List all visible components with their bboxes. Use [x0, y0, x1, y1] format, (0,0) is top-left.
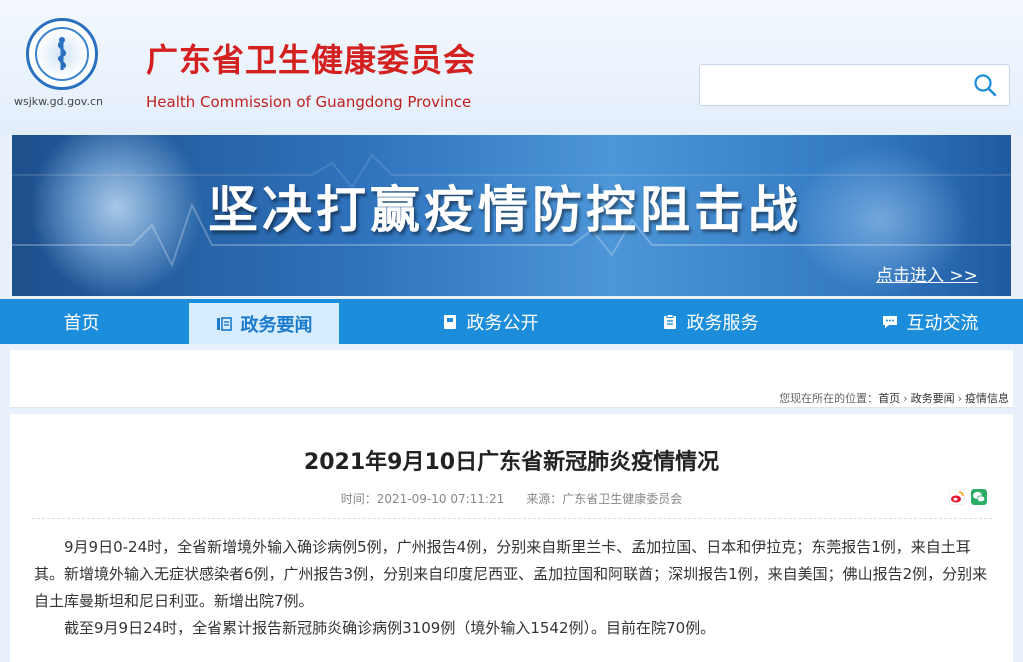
clipboard-icon — [663, 313, 676, 329]
nav-item-interact[interactable]: 互动交流 — [850, 299, 1010, 344]
site-title[interactable]: 广东省卫生健康委员会 — [146, 44, 476, 76]
news-icon — [216, 316, 232, 331]
banner-slogan: 坚决打赢疫情防控阻击战 — [208, 181, 802, 239]
article-panel: 2021年9月10日广东省新冠肺炎疫情情况 时间：2021-09-10 07:1… — [10, 414, 1013, 662]
nav-item-news[interactable]: 政务要闻 — [189, 303, 339, 344]
breadcrumb-bar: 您现在所在的位置：首页 › 政务要闻 › 疫情信息 — [10, 350, 1013, 408]
nav-item-label: 政务要闻 — [240, 314, 313, 336]
site-logo[interactable] — [26, 18, 98, 90]
banner-enter-link[interactable]: 点击进入 >> — [876, 261, 978, 286]
breadcrumb-prefix: 您现在所在的位置： — [779, 392, 879, 405]
book-icon — [443, 314, 456, 329]
search-input[interactable] — [700, 65, 960, 105]
site-domain: wsjkw.gd.gov.cn — [14, 95, 103, 108]
campaign-banner[interactable]: 坚决打赢疫情防控阻击战 点击进入 >> — [12, 135, 1011, 296]
site-header: wsjkw.gd.gov.cn 广东省卫生健康委员会 Health Commis… — [0, 0, 1023, 135]
nav-item-label: 首页 — [63, 312, 100, 334]
nav-item-label: 互动交流 — [906, 312, 979, 334]
nav-item-public[interactable]: 政务公开 — [410, 299, 570, 344]
caduceus-icon — [35, 27, 89, 81]
chat-icon — [882, 315, 897, 328]
nav-item-service[interactable]: 政务服务 — [630, 299, 790, 344]
article-title: 2021年9月10日广东省新冠肺炎疫情情况 — [303, 450, 720, 475]
article-paragraph: 截至9月9日24时，全省累计报告新冠肺炎确诊病例3109例（境外输入1542例）… — [64, 619, 716, 637]
article-source: 来源：广东省卫生健康委员会 — [526, 492, 683, 506]
article-time: 时间：2021-09-10 07:11:21 — [340, 492, 505, 506]
breadcrumb-epidemic[interactable]: 疫情信息 — [965, 392, 1009, 405]
site-subtitle: Health Commission of Guangdong Province — [146, 93, 472, 111]
article-meta: 时间：2021-09-10 07:11:21 来源：广东省卫生健康委员会 — [10, 490, 1013, 507]
article-body: 9月9日0-24时，全省新增境外输入确诊病例5例，广州报告4例，分别来自斯里兰卡… — [34, 534, 994, 642]
nav-item-home[interactable]: 首页 — [0, 299, 163, 344]
breadcrumb-home[interactable]: 首页 — [878, 392, 900, 405]
breadcrumb: 您现在所在的位置：首页 › 政务要闻 › 疫情信息 — [779, 390, 1009, 406]
breadcrumb-separator: › — [957, 392, 962, 405]
article-divider — [32, 518, 992, 519]
nav-item-label: 政务公开 — [466, 312, 539, 334]
search-box — [699, 64, 1010, 106]
search-icon[interactable] — [973, 73, 997, 97]
wechat-icon[interactable] — [971, 489, 987, 505]
nav-item-label: 政务服务 — [686, 312, 759, 334]
main-nav: 首页 政务要闻 政务公开 政务服务 互动交流 — [0, 299, 1023, 344]
breadcrumb-news[interactable]: 政务要闻 — [911, 392, 955, 405]
share-bar — [949, 489, 987, 505]
article-paragraph: 9月9日0-24时，全省新增境外输入确诊病例5例，广州报告4例，分别来自斯里兰卡… — [34, 538, 988, 610]
weibo-icon[interactable] — [949, 489, 965, 505]
breadcrumb-separator: › — [903, 392, 908, 405]
